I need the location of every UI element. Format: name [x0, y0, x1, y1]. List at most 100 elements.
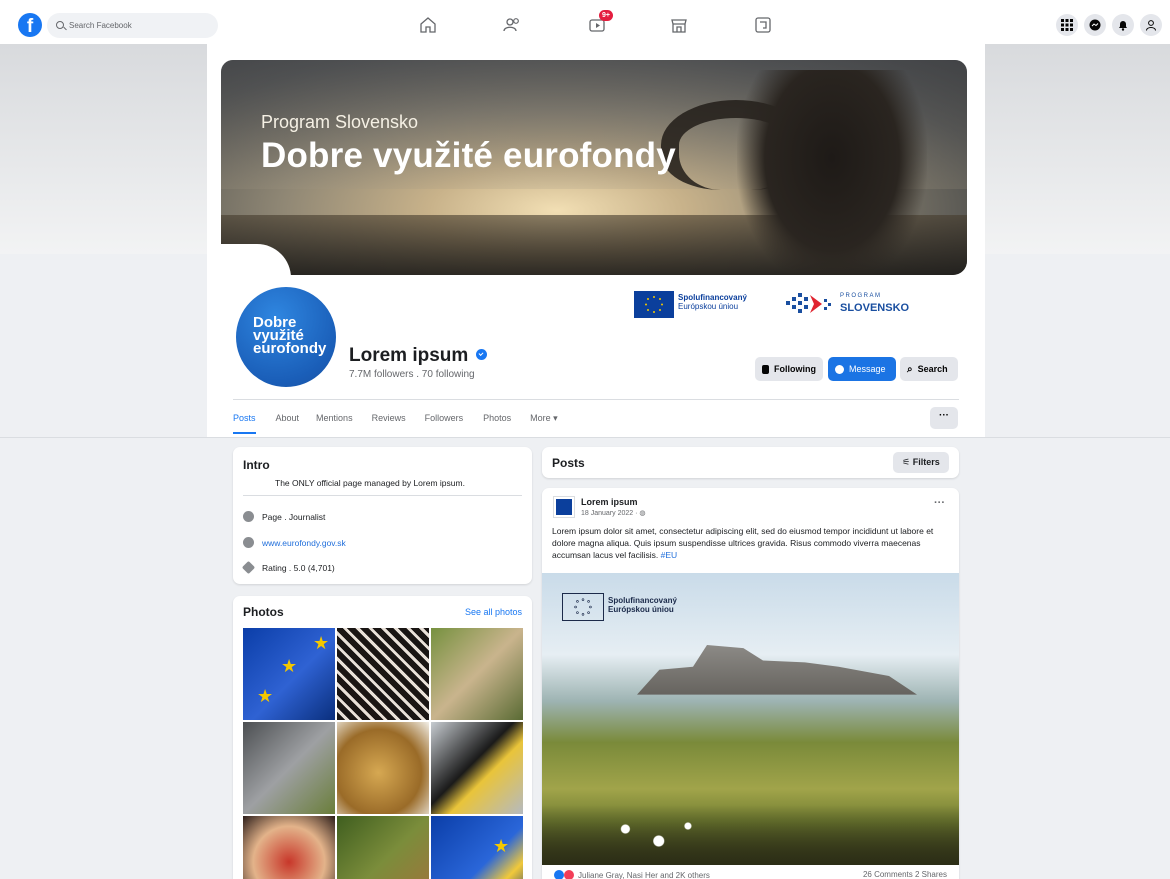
gaming-icon[interactable] — [753, 15, 773, 35]
facebook-logo[interactable]: f — [18, 13, 42, 37]
photo-thumbnail[interactable] — [243, 816, 335, 879]
photo-grid: ★ ★ ★ ★ — [243, 628, 523, 879]
intro-category: Page . Journalist — [262, 511, 326, 522]
following-check-icon — [762, 364, 769, 374]
photo-thumbnail[interactable] — [337, 816, 429, 879]
message-label: Message — [849, 364, 886, 374]
eu-flag-icon — [562, 593, 604, 621]
intro-description: The ONLY official page managed by Lorem … — [275, 478, 465, 488]
post-author-avatar[interactable] — [553, 496, 575, 518]
slovensko-label: SLOVENSKO — [840, 302, 910, 314]
tab-mentions[interactable]: Mentions — [316, 409, 353, 434]
followers-stats[interactable]: 7.7M followers . 70 following — [349, 369, 475, 380]
avatar-text-line-3: eurofondy — [253, 340, 327, 357]
tab-more[interactable]: More ▾ — [530, 409, 558, 434]
cover-subtitle: Program Slovensko — [261, 112, 419, 132]
intro-divider — [243, 495, 522, 496]
info-icon — [243, 511, 254, 522]
eu-cofinanced-text: Spolufinancovaný Európskou úniou — [678, 293, 747, 311]
profile-divider — [233, 399, 959, 400]
photo-thumbnail[interactable]: ★ ★ ★ — [243, 628, 335, 720]
flower-field — [542, 805, 959, 865]
post-author-name[interactable]: Lorem ipsum — [581, 497, 638, 507]
profile-tabs: Posts About Mentions Reviews Followers P… — [233, 409, 558, 434]
watch-badge: 9+ — [599, 10, 613, 21]
posts-title: Posts — [552, 456, 585, 470]
intro-category-row: Page . Journalist — [243, 511, 325, 522]
posts-header-card: Posts ⚟ Filters — [542, 447, 959, 478]
globe-icon — [243, 537, 254, 548]
friends-icon[interactable] — [502, 15, 522, 35]
intro-website-row[interactable]: www.eurofondy.gov.sk — [243, 537, 346, 548]
reactions-text: Juliane Gray, Nasi Her and 2K others — [578, 870, 710, 879]
post-image[interactable]: Spolufinancovaný Európskou úniou — [542, 573, 959, 865]
photo-thumbnail[interactable] — [337, 722, 429, 814]
home-icon[interactable] — [418, 15, 438, 35]
photo-thumbnail[interactable] — [431, 722, 523, 814]
like-reaction-icon — [554, 870, 564, 879]
post-engagement[interactable]: 26 Comments 2 Shares — [863, 870, 947, 879]
search-placeholder: Search Facebook — [69, 21, 132, 30]
program-label: PROGRAM — [840, 293, 882, 299]
following-button[interactable]: Following — [755, 357, 823, 381]
intro-rating: Rating . 5.0 (4,701) — [262, 562, 335, 573]
marketplace-icon[interactable] — [669, 15, 689, 35]
eu-flag-icon — [634, 291, 674, 318]
messenger-icon — [835, 364, 844, 374]
watch-icon[interactable]: 9+ — [588, 10, 613, 35]
globe-icon: ◍ — [639, 510, 646, 517]
search-icon — [56, 21, 64, 29]
castle-shape — [637, 645, 917, 695]
filters-icon: ⚟ — [902, 457, 911, 467]
following-label: Following — [774, 364, 816, 374]
post-reactions[interactable]: Juliane Gray, Nasi Her and 2K others — [554, 870, 710, 879]
cover-person — [737, 70, 927, 275]
image-eu-text: Spolufinancovaný Európskou úniou — [608, 596, 677, 614]
post-card: Lorem ipsum 18 January 2022 · ◍ ··· Lore… — [542, 488, 959, 879]
notifications-icon[interactable] — [1112, 14, 1134, 36]
search-label: Search — [917, 364, 948, 374]
tab-followers[interactable]: Followers — [425, 409, 464, 434]
cover-band-right — [985, 44, 1170, 254]
cover-title: Dobre využité eurofondy — [261, 136, 676, 175]
post-text: Lorem ipsum dolor sit amet, consectetur … — [552, 526, 934, 560]
page-search-button[interactable]: ⌕ Search — [900, 357, 958, 381]
tab-reviews[interactable]: Reviews — [372, 409, 406, 434]
messenger-icon[interactable] — [1084, 14, 1106, 36]
photo-thumbnail[interactable] — [243, 722, 335, 814]
post-options-icon[interactable]: ··· — [934, 497, 945, 509]
menu-grid-icon[interactable] — [1056, 14, 1078, 36]
image-eu-line-2: Európskou úniou — [608, 605, 674, 614]
see-all-photos-link[interactable]: See all photos — [465, 607, 522, 617]
photo-thumbnail[interactable] — [337, 628, 429, 720]
star-icon — [241, 560, 256, 575]
image-eu-line-1: Spolufinancovaný — [608, 596, 677, 605]
intro-card: Intro The ONLY official page managed by … — [233, 447, 532, 584]
photo-thumbnail[interactable] — [431, 628, 523, 720]
program-slovensko-logo-icon — [784, 291, 836, 317]
post-date-text: 18 January 2022 · — [581, 510, 640, 517]
filters-label: Filters — [912, 457, 940, 467]
post-date[interactable]: 18 January 2022 · ◍ — [581, 509, 645, 517]
profile-avatar[interactable]: Dobre využité eurofondy — [233, 284, 339, 390]
post-body: Lorem ipsum dolor sit amet, consectetur … — [552, 525, 952, 561]
website-link[interactable]: www.eurofondy.gov.sk — [262, 538, 346, 548]
verified-badge-icon — [476, 349, 487, 360]
top-navigation-bar: f Search Facebook 9+ — [0, 0, 1170, 50]
page-name: Lorem ipsum — [349, 345, 469, 366]
message-button[interactable]: Message — [828, 357, 896, 381]
tab-photos[interactable]: Photos — [483, 409, 511, 434]
love-reaction-icon — [564, 870, 574, 879]
post-hashtag[interactable]: #EU — [661, 550, 678, 560]
account-icon[interactable] — [1140, 14, 1162, 36]
tab-about[interactable]: About — [276, 409, 300, 434]
search-facebook-input[interactable]: Search Facebook — [47, 13, 218, 38]
eu-text-line-1: Spolufinancovaný — [678, 293, 747, 302]
more-options-button[interactable]: ··· — [930, 407, 958, 429]
cover-photo[interactable]: Program Slovensko Dobre využité eurofond… — [221, 60, 967, 275]
intro-rating-row: Rating . 5.0 (4,701) — [241, 560, 335, 575]
photos-card: Photos See all photos ★ ★ ★ ★ — [233, 596, 532, 879]
filters-button[interactable]: ⚟ Filters — [893, 452, 949, 473]
tab-posts[interactable]: Posts — [233, 409, 256, 434]
photo-thumbnail[interactable]: ★ — [431, 816, 523, 879]
